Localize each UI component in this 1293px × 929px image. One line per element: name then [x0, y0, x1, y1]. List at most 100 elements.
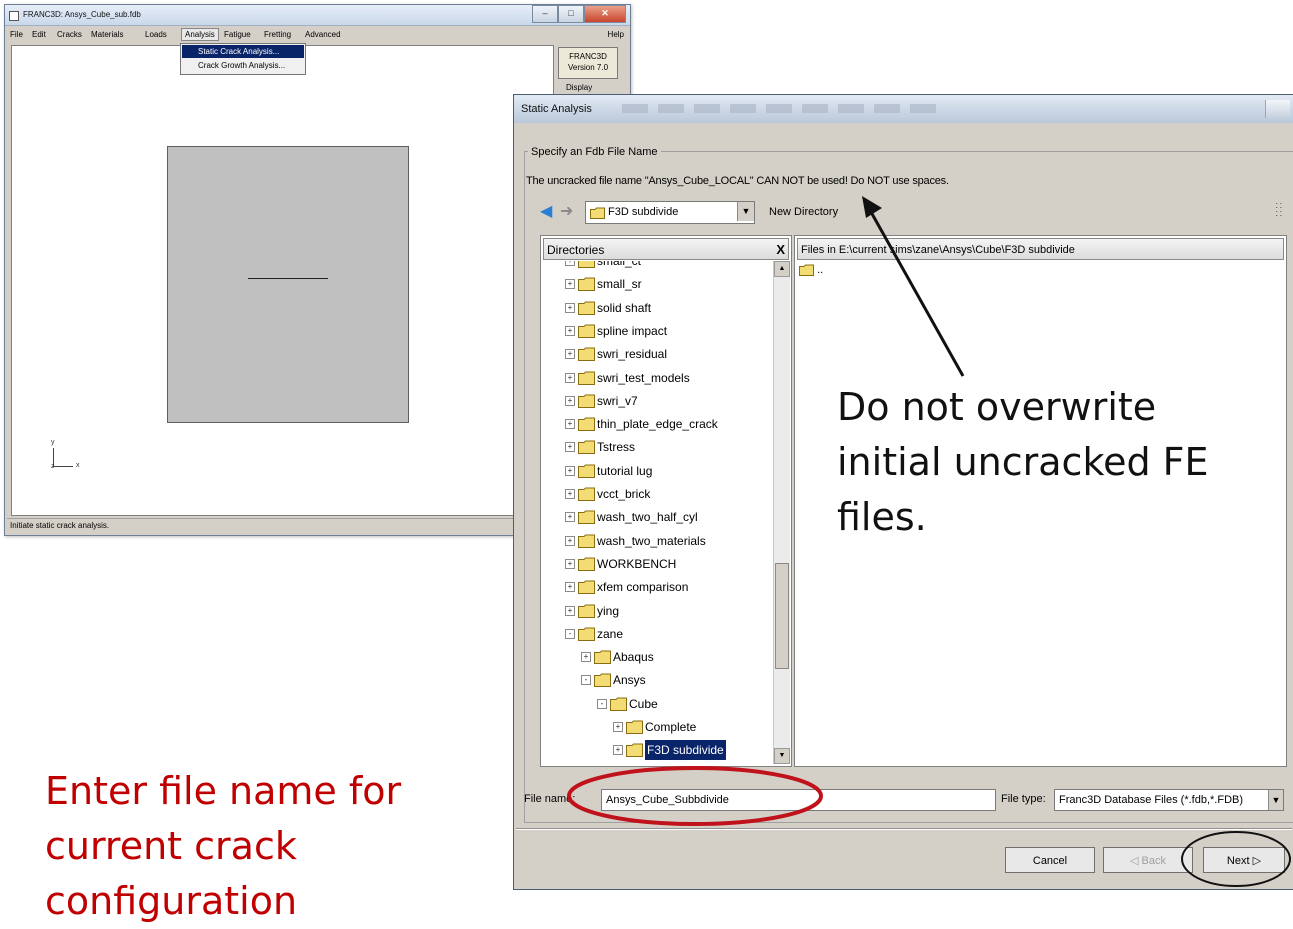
menu-cracks[interactable]: Cracks — [57, 30, 82, 39]
expand-icon[interactable]: + — [565, 279, 575, 290]
expand-icon[interactable]: + — [565, 512, 575, 523]
folder-icon — [578, 440, 595, 455]
static-crack-analysis-item[interactable]: Static Crack Analysis... — [182, 45, 304, 58]
expand-icon[interactable]: + — [565, 325, 575, 336]
dialog-title-bar: Static Analysis — [514, 95, 1293, 123]
dialog-title-control[interactable] — [1265, 100, 1290, 118]
files-header: Files in E:\current sims\zane\Ansys\Cube… — [797, 238, 1284, 260]
file-name-label: File name: — [524, 793, 576, 805]
expand-icon[interactable]: + — [565, 535, 575, 546]
expand-icon[interactable]: + — [613, 722, 623, 732]
tree-node-label: Tstress — [597, 440, 636, 455]
expand-icon[interactable]: + — [565, 442, 575, 453]
folder-icon — [578, 417, 595, 432]
parent-directory-item[interactable]: .. — [799, 264, 823, 277]
back-arrow-icon[interactable]: ◀ — [540, 204, 552, 220]
folder-icon — [578, 371, 595, 385]
tree-node-label: small_sr — [597, 277, 642, 292]
close-pane-icon[interactable]: X — [776, 239, 785, 261]
tree-node-label: spline impact — [597, 323, 668, 338]
expand-icon[interactable]: + — [565, 349, 575, 360]
expand-icon[interactable]: + — [565, 302, 575, 313]
folder-icon — [594, 650, 611, 665]
expand-icon[interactable]: + — [613, 745, 623, 756]
file-type-value: Franc3D Database Files (*.fdb,*.FDB) — [1059, 794, 1244, 806]
folder-icon — [578, 557, 595, 571]
chevron-down-icon[interactable]: ▼ — [737, 202, 754, 221]
expand-icon[interactable]: + — [565, 372, 575, 383]
main-title-bar: FRANC3D: Ansys_Cube_sub.fdb – □ ✕ — [5, 5, 630, 26]
current-directory: F3D subdivide — [608, 206, 679, 218]
folder-icon — [578, 627, 595, 641]
tree-node-label: vcct_brick — [597, 487, 651, 501]
folder-icon — [578, 301, 595, 315]
minimize-icon[interactable]: – — [532, 5, 558, 23]
menu-fretting[interactable]: Fretting — [264, 30, 291, 39]
window-controls: – □ ✕ — [532, 5, 626, 23]
menu-file[interactable]: File — [10, 30, 23, 39]
tree-node-label: WORKBENCH — [597, 556, 677, 571]
scroll-thumb[interactable] — [775, 563, 789, 669]
crack-line — [248, 278, 328, 279]
menu-analysis[interactable]: Analysis — [181, 28, 219, 41]
folder-icon — [578, 534, 595, 548]
tree-node-label: thin_plate_edge_crack — [597, 417, 718, 432]
crack-growth-analysis-item[interactable]: Crack Growth Analysis... — [182, 59, 304, 72]
maximize-icon[interactable]: □ — [558, 5, 584, 23]
collapse-icon[interactable]: - — [581, 675, 591, 686]
folder-icon — [578, 464, 595, 478]
expand-icon[interactable]: + — [581, 652, 591, 663]
cube-model — [167, 146, 409, 423]
menu-edit[interactable]: Edit — [32, 30, 46, 39]
model-viewport[interactable]: y z x — [11, 45, 554, 516]
version-number: Version 7.0 — [567, 63, 609, 72]
new-directory-button[interactable]: New Directory — [769, 206, 838, 218]
tree-node-label: small_ct — [597, 261, 642, 268]
cancel-button[interactable]: Cancel — [1005, 847, 1095, 873]
file-name-input[interactable] — [601, 789, 996, 811]
directories-header-label: Directories — [547, 243, 605, 257]
back-button[interactable]: ◁ Back — [1103, 847, 1193, 873]
scroll-down-icon[interactable]: ▼ — [774, 748, 790, 764]
chevron-down-icon[interactable]: ▼ — [1268, 790, 1283, 810]
tree-node-label: swri_residual — [597, 347, 668, 362]
scroll-up-icon[interactable]: ▲ — [774, 261, 790, 277]
expand-icon[interactable]: + — [565, 465, 575, 476]
forward-arrow-icon[interactable]: ➜ — [560, 204, 573, 220]
analysis-dropdown-menu: Static Crack Analysis... Crack Growth An… — [180, 43, 306, 75]
file-type-combo[interactable]: Franc3D Database Files (*.fdb,*.FDB) ▼ — [1054, 789, 1284, 811]
expand-icon[interactable]: + — [565, 419, 575, 430]
axis-z-label: z — [51, 463, 55, 470]
collapse-icon[interactable]: - — [565, 628, 575, 639]
menu-help[interactable]: Help — [608, 30, 624, 39]
menu-advanced[interactable]: Advanced — [305, 30, 341, 39]
group-label: Specify an Fdb File Name — [528, 146, 661, 158]
menu-loads[interactable]: Loads — [145, 30, 167, 39]
expand-icon[interactable]: + — [565, 489, 575, 499]
file-name-row: File name: File type: Franc3D Database F… — [524, 789, 1284, 813]
expand-icon[interactable]: + — [565, 605, 575, 616]
expand-icon[interactable]: + — [565, 558, 575, 569]
ghost-menu-bar — [622, 104, 942, 113]
close-icon[interactable]: ✕ — [584, 5, 626, 23]
overwrite-warning-note: Do not overwrite initial uncracked FE fi… — [837, 385, 1209, 539]
collapse-icon[interactable]: - — [597, 698, 607, 709]
version-box: FRANC3D Version 7.0 — [558, 47, 618, 79]
folder-icon — [578, 580, 595, 595]
expand-icon[interactable]: + — [565, 261, 575, 266]
folder-icon — [626, 720, 643, 734]
menu-materials[interactable]: Materials — [91, 30, 123, 39]
file-type-label: File type: — [1001, 793, 1046, 805]
tree-node-label: solid shaft — [597, 300, 652, 315]
directory-scrollbar[interactable]: ▲ ▼ — [773, 261, 790, 764]
expand-icon[interactable]: + — [565, 395, 575, 406]
enter-file-name-note: Enter file name for current crack config… — [45, 769, 402, 923]
tree-node-label: Cube — [629, 696, 658, 711]
expand-icon[interactable]: + — [565, 582, 575, 593]
menu-fatigue[interactable]: Fatigue — [224, 30, 251, 39]
folder-icon — [590, 207, 605, 219]
directory-combo[interactable]: F3D subdivide ▼ — [585, 201, 755, 224]
next-button[interactable]: Next ▷ — [1203, 847, 1285, 873]
view-options-icon[interactable]: ∷ ∷ — [1276, 202, 1282, 220]
dialog-title: Static Analysis — [521, 103, 592, 115]
